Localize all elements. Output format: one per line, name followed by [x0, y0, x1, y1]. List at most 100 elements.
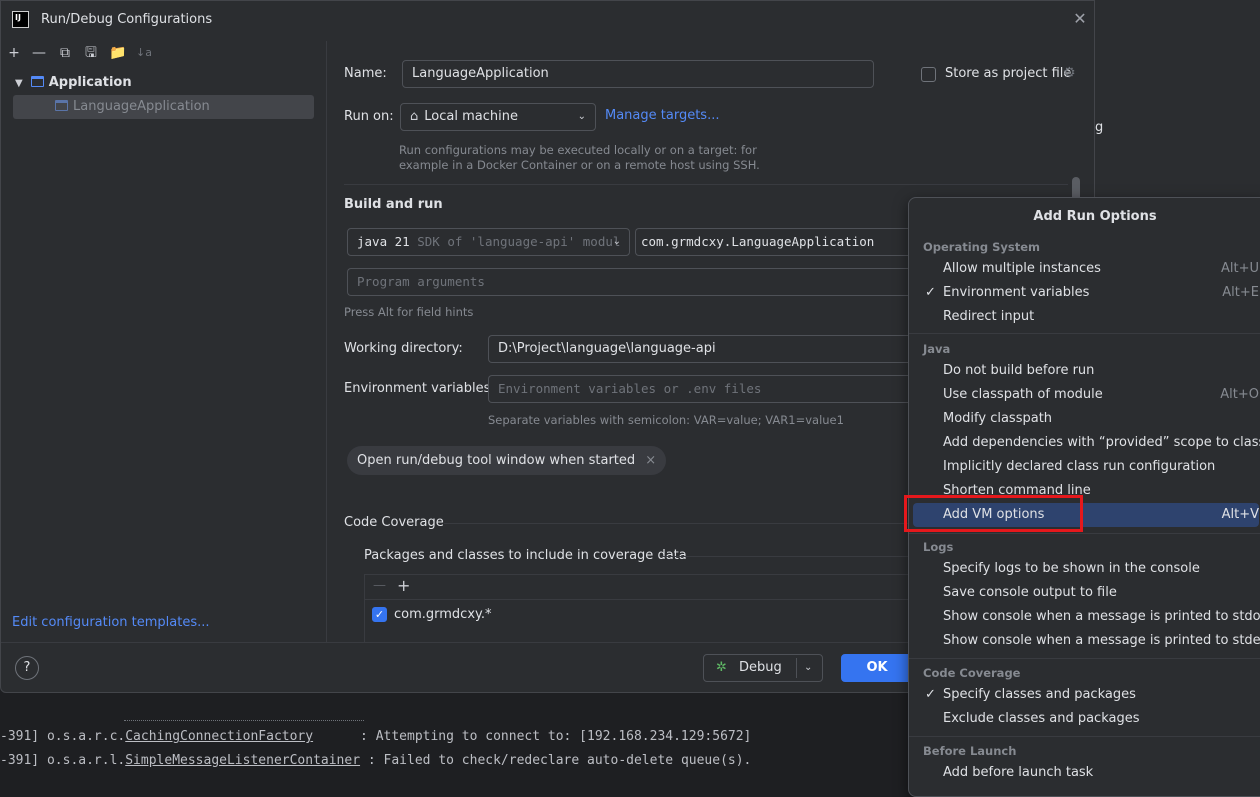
- option-classpath-module[interactable]: Use classpath of module Alt+O: [913, 383, 1259, 407]
- title-bar: IJ Run/Debug Configurations ✕: [1, 1, 1096, 41]
- main-class-package: com.grmdcxy.: [641, 234, 732, 249]
- option-stdout[interactable]: Show console when a message is printed t…: [913, 605, 1260, 629]
- main-class-name: LanguageApplication: [731, 234, 875, 249]
- chevron-down-icon: ⌄: [612, 236, 621, 247]
- group-logs: Logs: [923, 540, 954, 554]
- sdk-select[interactable]: java 21 SDK of 'language-api' modul ⌄: [347, 228, 630, 256]
- manage-targets-link[interactable]: Manage targets...: [605, 108, 719, 123]
- close-icon[interactable]: ×: [645, 453, 656, 468]
- run-on-hint: example in a Docker Container or on a re…: [399, 158, 760, 172]
- store-project-checkbox[interactable]: [921, 67, 936, 82]
- divider: [909, 658, 1260, 659]
- option-redirect-input[interactable]: Redirect input: [913, 305, 1259, 329]
- check-icon: ✓: [925, 285, 936, 300]
- option-allow-multiple[interactable]: Allow multiple instances Alt+U: [913, 257, 1259, 281]
- name-label: Name:: [344, 66, 387, 81]
- tree-group-label: Application: [48, 75, 132, 90]
- coverage-list-toolbar: — +: [365, 575, 912, 600]
- config-toolbar: + — ⧉ 🖫 📁 ↓a: [1, 41, 326, 67]
- window-title: Run/Debug Configurations: [41, 12, 213, 27]
- option-env-vars[interactable]: ✓ Environment variables Alt+E: [913, 281, 1259, 305]
- main-class-field[interactable]: com.grmdcxy.LanguageApplication: [635, 228, 935, 256]
- group-java: Java: [923, 342, 951, 356]
- divider: [661, 556, 911, 557]
- highlight-box: [904, 495, 1083, 532]
- option-modify-classpath[interactable]: Modify classpath: [913, 407, 1259, 431]
- divider: [909, 333, 1260, 334]
- option-no-build[interactable]: Do not build before run: [913, 359, 1259, 383]
- run-on-hint: Run configurations may be executed local…: [399, 143, 757, 157]
- divider: [909, 736, 1260, 737]
- divider: [444, 523, 914, 524]
- option-save-console[interactable]: Save console output to file: [913, 581, 1259, 605]
- divider: [796, 658, 797, 678]
- save-icon[interactable]: 🖫: [82, 44, 100, 62]
- application-icon: [30, 76, 44, 87]
- group-os: Operating System: [923, 240, 1041, 254]
- home-icon: ⌂: [410, 109, 419, 124]
- ok-button[interactable]: OK: [841, 654, 913, 682]
- env-vars-label: Environment variables:: [344, 381, 495, 396]
- option-before-launch-task[interactable]: Add before launch task: [913, 761, 1259, 785]
- new-folder-icon[interactable]: 📁: [109, 44, 127, 62]
- sdk-version: java 21: [357, 234, 410, 249]
- option-specify-classes[interactable]: ✓ Specify classes and packages: [913, 683, 1259, 707]
- divider: [326, 41, 327, 642]
- program-arguments-field[interactable]: Program arguments: [347, 268, 917, 296]
- divider: [124, 720, 364, 721]
- check-icon: ✓: [925, 687, 936, 702]
- chevron-down-icon[interactable]: ▼: [15, 78, 23, 89]
- coverage-pkg-label: com.grmdcxy.*: [394, 607, 492, 622]
- coverage-pkg-checkbox[interactable]: ✓: [372, 607, 387, 622]
- run-on-value: Local machine: [424, 109, 518, 124]
- divider: [909, 533, 1260, 534]
- sort-icon[interactable]: ↓a: [135, 44, 153, 62]
- run-on-label: Run on:: [344, 109, 394, 124]
- coverage-list: — + ✓ com.grmdcxy.*: [364, 574, 912, 642]
- remove-icon[interactable]: —: [373, 578, 386, 593]
- working-dir-field[interactable]: D:\Project\language\language-api: [488, 335, 918, 363]
- option-implicit-class[interactable]: Implicitly declared class run configurat…: [913, 455, 1259, 479]
- store-project-label: Store as project file: [945, 66, 1072, 81]
- name-field[interactable]: LanguageApplication: [402, 60, 874, 88]
- console-line: -391] o.s.a.r.l.SimpleMessageListenerCon…: [0, 753, 752, 768]
- open-tool-window-chip[interactable]: Open run/debug tool window when started …: [347, 446, 667, 475]
- group-before-launch: Before Launch: [923, 744, 1017, 758]
- sdk-module: SDK of 'language-api' modul: [417, 234, 621, 249]
- add-icon[interactable]: +: [5, 44, 23, 62]
- chevron-down-icon: ⌄: [577, 111, 586, 122]
- intellij-icon: IJ: [12, 11, 29, 28]
- build-run-title: Build and run: [344, 197, 443, 212]
- debug-label: Debug: [739, 660, 782, 675]
- debug-button[interactable]: ✲ Debug ⌄: [703, 654, 823, 682]
- edit-templates-link[interactable]: Edit configuration templates...: [12, 615, 210, 630]
- application-icon: [55, 100, 68, 111]
- run-on-select[interactable]: ⌂ Local machine ⌄: [400, 103, 596, 131]
- remove-icon[interactable]: —: [30, 44, 48, 62]
- add-icon[interactable]: +: [397, 576, 410, 595]
- working-dir-label: Working directory:: [344, 341, 463, 356]
- help-button[interactable]: ?: [15, 656, 39, 680]
- env-vars-field[interactable]: Environment variables or .env files: [488, 375, 918, 403]
- option-logs-console[interactable]: Specify logs to be shown in the console: [913, 557, 1259, 581]
- bug-icon: ✲: [716, 660, 727, 675]
- chip-label: Open run/debug tool window when started: [357, 453, 636, 468]
- close-icon[interactable]: ✕: [1071, 10, 1089, 28]
- option-stderr[interactable]: Show console when a message is printed t…: [913, 629, 1260, 653]
- tree-item-languageapplication[interactable]: LanguageApplication: [55, 96, 210, 118]
- tree-group-application[interactable]: ▼ Application: [15, 72, 132, 94]
- copy-icon[interactable]: ⧉: [56, 44, 74, 62]
- option-exclude-classes[interactable]: Exclude classes and packages: [913, 707, 1259, 731]
- group-coverage: Code Coverage: [923, 666, 1021, 680]
- env-vars-hint: Separate variables with semicolon: VAR=v…: [488, 413, 844, 427]
- background-text: g: [1095, 120, 1104, 135]
- coverage-title: Code Coverage: [344, 515, 444, 530]
- divider: [344, 184, 1068, 185]
- console-line: -391] o.s.a.r.c.CachingConnectionFactory…: [0, 729, 752, 744]
- chevron-down-icon[interactable]: ⌄: [804, 655, 812, 681]
- gear-icon[interactable]: ⚙: [1063, 65, 1076, 81]
- tree-item-label: LanguageApplication: [73, 99, 210, 114]
- popup-title: Add Run Options: [1033, 209, 1157, 224]
- alt-hint: Press Alt for field hints: [344, 305, 474, 319]
- option-add-dependencies[interactable]: Add dependencies with “provided” scope t…: [913, 431, 1260, 455]
